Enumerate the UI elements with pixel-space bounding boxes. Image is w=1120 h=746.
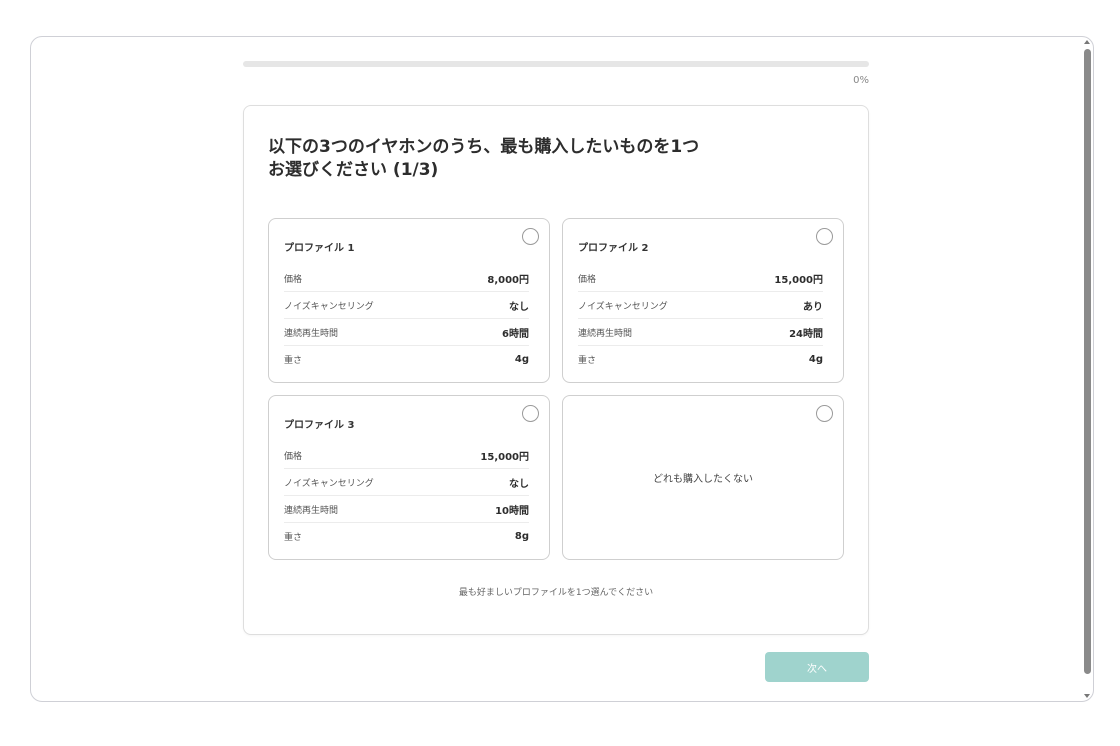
question-card: 以下の3つのイヤホンのうち、最も購入したいものを1つ お選びください (1/3)… [243,105,869,635]
attribute-value: 4g [808,354,823,365]
question-title-line-2: お選びください (1/3) [268,160,439,180]
progress-label: 0% [853,75,869,86]
radio-button[interactable] [816,405,833,422]
radio-button[interactable] [522,228,539,245]
attribute-value: なし [509,301,529,313]
scroll-up-arrow-icon[interactable] [1084,40,1090,44]
browser-window: 0% 以下の3つのイヤホンのうち、最も購入したいものを1つ お選びください (1… [30,36,1094,702]
attribute-label: 重さ [578,356,597,366]
profile-card-1[interactable]: プロファイル 1 価格 8,000円 ノイズキャンセリング なし 連続再生時間 … [268,218,550,383]
attribute-value: 15,000円 [774,274,823,286]
instruction-text: 最も好ましいプロファイルを1つ選んでください [458,588,654,598]
attribute-label: 価格 [284,451,303,462]
attribute-list: 価格 15,000円 ノイズキャンセリング あり 連続再生時間 24時間 重さ … [578,265,823,373]
profile-card-3[interactable]: プロファイル 3 価格 15,000円 ノイズキャンセリング なし 連続再生時間… [268,395,550,560]
attribute-label: ノイズキャンセリング [284,478,374,489]
attribute-row-noise-cancelling: ノイズキャンセリング あり [578,292,823,319]
attribute-row-price: 価格 15,000円 [284,442,529,469]
attribute-value: 4g [514,354,529,365]
profile-title: プロファイル 3 [284,420,355,431]
radio-button[interactable] [816,228,833,245]
attribute-value: 6時間 [502,328,529,340]
profile-card-2[interactable]: プロファイル 2 価格 15,000円 ノイズキャンセリング あり 連続再生時間… [562,218,844,383]
attribute-value: 10時間 [495,505,529,517]
attribute-label: 重さ [284,533,303,543]
attribute-value: 15,000円 [480,451,529,463]
attribute-row-noise-cancelling: ノイズキャンセリング なし [284,292,529,319]
attribute-label: ノイズキャンセリング [284,301,374,312]
profile-title: プロファイル 2 [578,243,649,254]
attribute-value: あり [803,301,823,313]
vertical-scrollbar[interactable] [1081,37,1093,701]
attribute-label: ノイズキャンセリング [578,301,668,312]
profile-title: プロファイル 1 [284,243,355,254]
attribute-value: 8g [514,531,529,542]
scrollbar-thumb[interactable] [1084,49,1091,674]
attribute-label: 連続再生時間 [578,328,633,339]
attribute-row-noise-cancelling: ノイズキャンセリング なし [284,469,529,496]
attribute-label: 重さ [284,356,303,366]
attribute-row-price: 価格 8,000円 [284,265,529,292]
none-option-label: どれも購入したくない [653,474,753,485]
attribute-list: 価格 15,000円 ノイズキャンセリング なし 連続再生時間 10時間 重さ … [284,442,529,550]
attribute-label: 連続再生時間 [284,505,339,516]
attribute-row-playback-time: 連続再生時間 10時間 [284,496,529,523]
attribute-label: 連続再生時間 [284,328,339,339]
attribute-value: 8,000円 [487,274,529,286]
progress-bar [243,61,869,67]
scroll-down-arrow-icon[interactable] [1084,694,1090,698]
attribute-value: なし [509,478,529,490]
attribute-row-price: 価格 15,000円 [578,265,823,292]
attribute-row-weight: 重さ 4g [578,346,823,373]
radio-button[interactable] [522,405,539,422]
attribute-label: 価格 [284,274,303,285]
none-option-card[interactable]: どれも購入したくない [562,395,844,560]
attribute-row-weight: 重さ 4g [284,346,529,373]
attribute-row-weight: 重さ 8g [284,523,529,550]
next-button[interactable]: 次へ [765,652,869,682]
attribute-value: 24時間 [789,328,823,340]
question-title-line-1: 以下の3つのイヤホンのうち、最も購入したいものを1つ [268,137,700,157]
question-title: 以下の3つのイヤホンのうち、最も購入したいものを1つ お選びください (1/3) [268,136,768,182]
attribute-row-playback-time: 連続再生時間 24時間 [578,319,823,346]
attribute-list: 価格 8,000円 ノイズキャンセリング なし 連続再生時間 6時間 重さ 4g [284,265,529,373]
attribute-label: 価格 [578,274,597,285]
attribute-row-playback-time: 連続再生時間 6時間 [284,319,529,346]
